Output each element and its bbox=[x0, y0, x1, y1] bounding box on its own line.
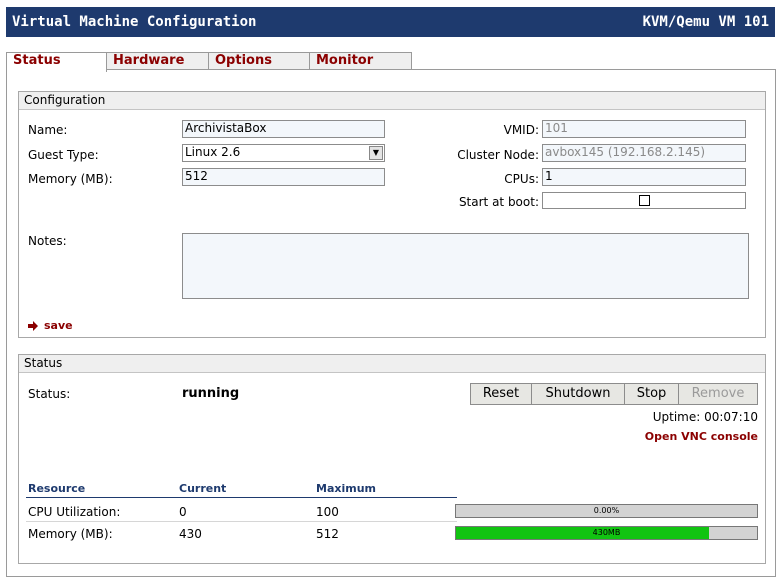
shutdown-button[interactable]: Shutdown bbox=[531, 383, 625, 405]
configuration-header: Configuration bbox=[19, 92, 765, 110]
cluster-node-input: avbox145 (192.168.2.145) bbox=[542, 144, 746, 162]
window-title: Virtual Machine Configuration bbox=[12, 14, 257, 30]
remove-button: Remove bbox=[678, 383, 758, 405]
memory-current-value: 430 bbox=[179, 527, 202, 541]
cpu-usage-bar: 0.00% bbox=[455, 504, 758, 518]
name-label: Name: bbox=[28, 123, 68, 137]
table-row-divider bbox=[26, 521, 457, 522]
maximum-header: Maximum bbox=[316, 482, 376, 495]
cpu-maximum-value: 100 bbox=[316, 505, 339, 519]
stop-button[interactable]: Stop bbox=[624, 383, 679, 405]
chevron-down-icon[interactable]: ▼ bbox=[369, 146, 383, 160]
vm-label: KVM/Qemu VM 101 bbox=[642, 14, 769, 30]
current-header: Current bbox=[179, 482, 227, 495]
cpu-usage-bar-text: 0.00% bbox=[593, 506, 620, 515]
status-label: Status: bbox=[28, 387, 71, 401]
tab-options[interactable]: Options bbox=[208, 52, 310, 70]
cpu-resource-label: CPU Utilization: bbox=[28, 505, 121, 519]
tab-monitor[interactable]: Monitor bbox=[309, 52, 412, 70]
tab-hardware[interactable]: Hardware bbox=[106, 52, 209, 70]
arrow-right-icon bbox=[28, 320, 38, 331]
memory-input[interactable]: 512 bbox=[182, 168, 385, 186]
start-at-boot-label: Start at boot: bbox=[458, 195, 539, 209]
memory-maximum-value: 512 bbox=[316, 527, 339, 541]
status-header: Status bbox=[19, 355, 765, 373]
memory-usage-bar: 430MB bbox=[455, 526, 758, 540]
resource-header: Resource bbox=[28, 482, 86, 495]
tab-content: Configuration Name: ArchivistaBox Guest … bbox=[6, 69, 776, 577]
status-panel: Status Status: running Reset Shutdown St… bbox=[18, 354, 766, 564]
save-label[interactable]: save bbox=[44, 319, 73, 332]
guest-type-select[interactable]: Linux 2.6 ▼ bbox=[182, 144, 385, 162]
start-at-boot-field bbox=[542, 192, 746, 209]
vmid-label: VMID: bbox=[503, 123, 539, 137]
status-value: running bbox=[182, 386, 240, 401]
memory-label: Memory (MB): bbox=[28, 172, 113, 186]
memory-resource-label: Memory (MB): bbox=[28, 527, 113, 541]
guest-type-value: Linux 2.6 bbox=[185, 145, 241, 159]
cpus-input[interactable]: 1 bbox=[542, 168, 746, 186]
memory-usage-bar-text: 430MB bbox=[592, 528, 621, 537]
start-at-boot-checkbox[interactable] bbox=[639, 195, 650, 206]
guest-type-label: Guest Type: bbox=[28, 148, 99, 162]
name-input[interactable]: ArchivistaBox bbox=[182, 120, 385, 138]
uptime-text: Uptime: 00:07:10 bbox=[652, 410, 758, 424]
tab-status[interactable]: Status bbox=[6, 52, 107, 72]
configuration-panel: Configuration Name: ArchivistaBox Guest … bbox=[18, 91, 766, 338]
reset-button[interactable]: Reset bbox=[470, 383, 532, 405]
notes-label: Notes: bbox=[28, 234, 67, 248]
cpu-current-value: 0 bbox=[179, 505, 187, 519]
vmid-input: 101 bbox=[542, 120, 746, 138]
open-vnc-console-link[interactable]: Open VNC console bbox=[559, 430, 758, 444]
cluster-node-label: Cluster Node: bbox=[457, 148, 539, 162]
table-header-divider bbox=[26, 497, 457, 498]
cpus-label: CPUs: bbox=[504, 172, 539, 186]
notes-textarea[interactable] bbox=[182, 233, 749, 299]
save-link[interactable]: save bbox=[28, 319, 73, 332]
title-bar: Virtual Machine Configuration KVM/Qemu V… bbox=[6, 7, 775, 37]
